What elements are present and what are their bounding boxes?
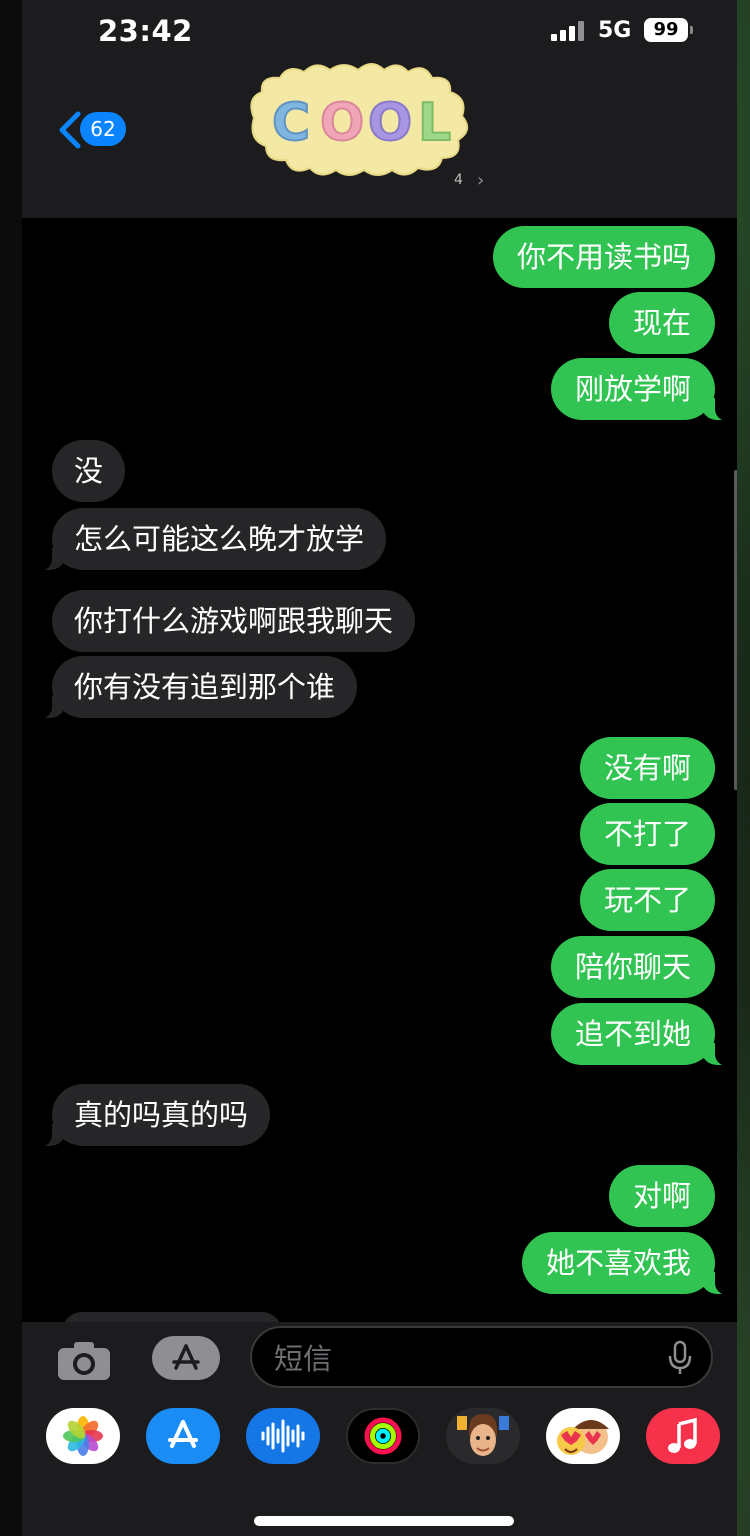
status-time: 23:42 xyxy=(98,14,193,48)
unread-badge[interactable]: 62 xyxy=(80,112,126,146)
apps-button[interactable] xyxy=(152,1336,220,1380)
message-bubble-outgoing[interactable]: 你不用读书吗 xyxy=(492,226,715,288)
home-indicator[interactable] xyxy=(254,1516,514,1526)
message-bubble-incoming[interactable]: 你有没有追到那个谁 xyxy=(37,656,358,719)
memoji-stickers-icon[interactable] xyxy=(546,1408,620,1464)
message-bubble-outgoing[interactable]: 追不到她 xyxy=(550,1003,730,1066)
app-drawer xyxy=(22,1396,737,1536)
microphone-icon[interactable] xyxy=(667,1340,693,1376)
camera-icon[interactable] xyxy=(56,1340,112,1382)
audio-message-icon[interactable] xyxy=(246,1408,320,1464)
chevron-right-icon: › xyxy=(477,170,485,191)
svg-text:O: O xyxy=(368,93,412,153)
app-store-icon[interactable] xyxy=(146,1408,220,1464)
signal-icon xyxy=(551,21,585,41)
compose-bar xyxy=(22,1322,737,1396)
battery-tip xyxy=(690,26,693,34)
battery-icon: 99 xyxy=(644,18,688,42)
message-bubble-incoming[interactable]: 真的吗真的吗 xyxy=(37,1084,271,1147)
svg-text:C: C xyxy=(272,93,310,153)
message-bubble-incoming[interactable]: 你打什么游戏啊跟我聊天 xyxy=(52,590,416,652)
cool-sticker: C O O L xyxy=(250,63,469,176)
music-icon[interactable] xyxy=(646,1408,720,1464)
message-bubble-outgoing[interactable]: 没有啊 xyxy=(579,737,715,799)
svg-text:O: O xyxy=(320,93,364,153)
message-bubble-outgoing[interactable]: 陪你聊天 xyxy=(550,936,715,998)
message-bubble-outgoing[interactable]: 不打了 xyxy=(579,803,715,865)
message-bubble-outgoing[interactable]: 刚放学啊 xyxy=(550,358,730,421)
message-bubble-outgoing[interactable]: 现在 xyxy=(608,292,715,354)
messages-screen: 23:42 5G 99 62 4 › C O O L 你不用读书吗 现在 刚放学… xyxy=(22,0,737,1536)
message-bubble-outgoing[interactable]: 对啊 xyxy=(608,1165,715,1227)
message-bubble-incoming[interactable]: 怎么可能这么晚才放学 xyxy=(37,508,387,571)
message-input[interactable] xyxy=(272,1338,656,1380)
message-bubble-outgoing[interactable]: 她不喜欢我 xyxy=(521,1232,730,1295)
network-label: 5G xyxy=(598,18,632,43)
photos-icon[interactable] xyxy=(46,1408,120,1464)
scrollbar[interactable] xyxy=(734,470,737,790)
memoji-icon[interactable] xyxy=(446,1408,520,1464)
message-bubble-outgoing[interactable]: 玩不了 xyxy=(579,869,715,931)
status-bar: 23:42 5G 99 xyxy=(22,0,737,64)
message-bubble-incoming[interactable]: 没 xyxy=(52,440,126,502)
svg-text:L: L xyxy=(418,93,451,153)
activity-icon[interactable] xyxy=(346,1408,420,1464)
message-input-container xyxy=(250,1326,713,1388)
